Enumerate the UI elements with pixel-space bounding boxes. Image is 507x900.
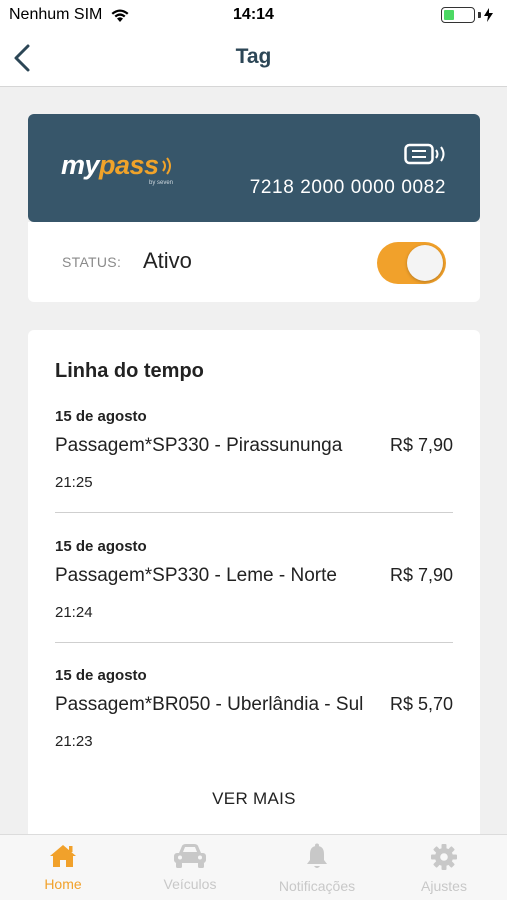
battery-icon xyxy=(441,7,493,23)
timeline-description: Passagem*SP330 - Pirassununga xyxy=(55,435,343,456)
timeline-title: Linha do tempo xyxy=(55,360,204,382)
page-title: Tag xyxy=(235,45,272,68)
bell-icon xyxy=(307,843,327,868)
tag-contactless-icon xyxy=(404,143,445,165)
clock: 14:14 xyxy=(233,6,274,23)
tag-number: 7218 2000 0000 0082 xyxy=(249,177,446,198)
timeline-item[interactable]: 15 de agosto Passagem*BR050 - Uberlândia… xyxy=(55,667,453,797)
timeline-item[interactable]: 15 de agosto Passagem*SP330 - Pirassunun… xyxy=(55,408,453,538)
tab-home[interactable]: Home xyxy=(0,843,126,892)
divider xyxy=(55,512,453,513)
toggle-knob xyxy=(407,245,443,281)
status-panel: STATUS: Ativo xyxy=(28,222,480,302)
car-icon xyxy=(174,844,206,868)
tab-settings[interactable]: Ajustes xyxy=(381,843,507,894)
timeline-panel: Linha do tempo 15 de agosto Passagem*SP3… xyxy=(28,330,480,840)
tab-vehicles[interactable]: Veículos xyxy=(127,843,253,892)
timeline-amount: R$ 7,90 xyxy=(389,435,453,455)
timeline-date: 15 de agosto xyxy=(55,408,147,425)
timeline-item[interactable]: 15 de agosto Passagem*SP330 - Leme - Nor… xyxy=(55,538,453,668)
charging-icon xyxy=(484,8,493,22)
home-icon xyxy=(50,845,76,867)
status-value: Ativo xyxy=(143,248,192,273)
tab-label: Veículos xyxy=(163,876,217,892)
timeline-time: 21:23 xyxy=(55,733,93,750)
timeline-amount: R$ 5,70 xyxy=(389,694,453,714)
timeline-description: Passagem*BR050 - Uberlândia - Sul xyxy=(55,694,364,715)
status-toggle[interactable] xyxy=(377,242,446,284)
tab-notifications[interactable]: Notificações xyxy=(254,843,380,894)
status-bar: Nenhum SIM 14:14 xyxy=(0,0,507,30)
tag-card: mypass by seven 7218 2000 0000 0082 xyxy=(28,114,480,222)
timeline-amount: R$ 7,90 xyxy=(389,565,453,585)
tab-label: Notificações xyxy=(278,878,356,894)
tab-label: Ajustes xyxy=(421,878,467,894)
timeline-date: 15 de agosto xyxy=(55,667,147,684)
navigation-bar: Tag xyxy=(0,30,507,87)
contactless-waves-icon xyxy=(161,157,171,175)
divider xyxy=(55,642,453,643)
timeline-date: 15 de agosto xyxy=(55,538,147,555)
status-label: STATUS: xyxy=(62,254,122,270)
gear-icon xyxy=(431,844,457,870)
tab-bar: Home Veículos Notificações Ajustes xyxy=(0,834,507,900)
timeline-time: 21:25 xyxy=(55,474,93,491)
see-more-button[interactable]: VER MAIS xyxy=(28,789,480,809)
mypass-logo: mypass by seven xyxy=(61,150,174,186)
timeline-time: 21:24 xyxy=(55,604,93,621)
tab-label: Home xyxy=(44,876,82,892)
timeline-description: Passagem*SP330 - Leme - Norte xyxy=(55,565,337,586)
